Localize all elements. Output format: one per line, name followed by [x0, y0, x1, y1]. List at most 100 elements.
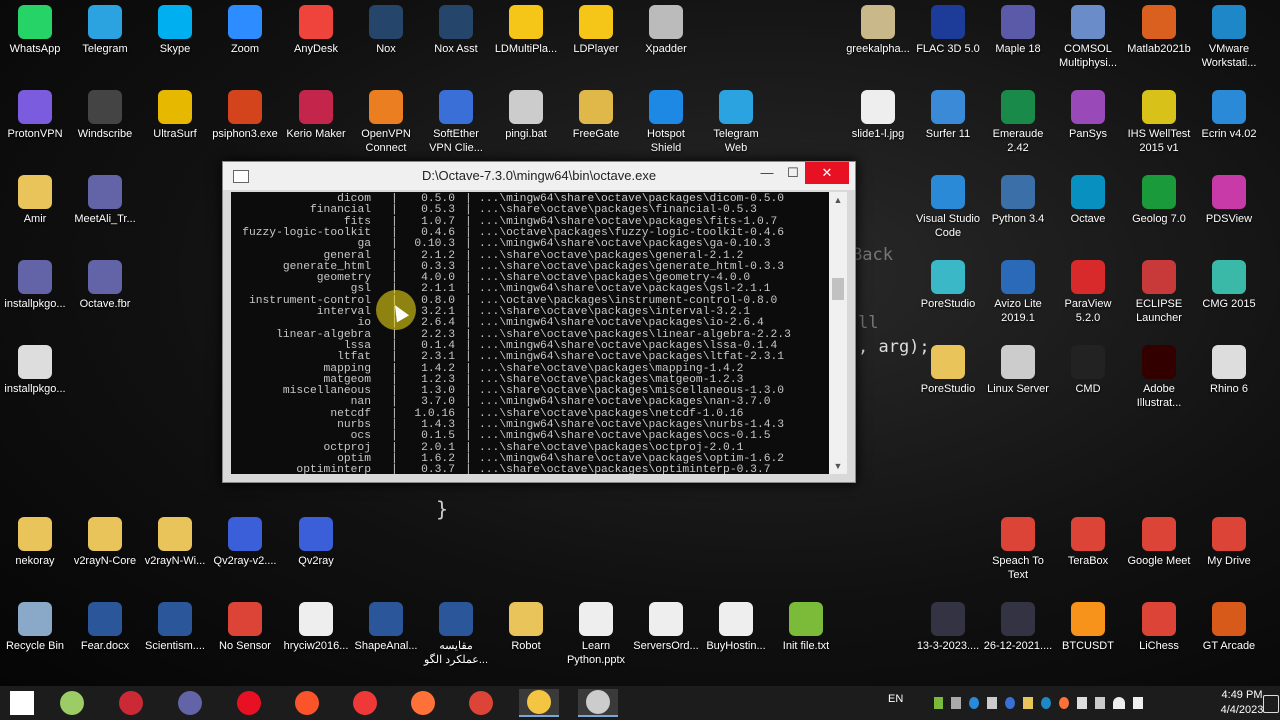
taskbar-button[interactable] [170, 689, 210, 717]
desktop-icon[interactable]: Amir [0, 175, 70, 226]
desktop-icon[interactable]: FreeGate [561, 90, 631, 141]
desktop-icon[interactable]: Visual Studio Code [913, 175, 983, 240]
desktop-icon[interactable]: PoreStudio [913, 260, 983, 311]
desktop-icon[interactable]: AnyDesk [281, 5, 351, 56]
scrollbar-thumb[interactable] [832, 278, 844, 300]
desktop-icon[interactable]: Robot [491, 602, 561, 653]
tray-app-icon[interactable] [951, 697, 961, 709]
taskbar-button[interactable] [229, 689, 269, 717]
desktop-icon[interactable]: 13-3-2023.... [913, 602, 983, 653]
taskbar-button[interactable] [403, 689, 443, 717]
desktop-icon[interactable]: TeraBox [1053, 517, 1123, 568]
desktop-icon[interactable]: Scientism.... [140, 602, 210, 653]
desktop-icon[interactable]: LiChess [1124, 602, 1194, 653]
tray-app-icon[interactable] [987, 697, 997, 709]
tray-app-icon[interactable] [1059, 697, 1069, 709]
desktop-icon[interactable]: hryciw2016... [281, 602, 351, 653]
desktop-icon[interactable]: ECLIPSE Launcher [1124, 260, 1194, 325]
taskbar-button[interactable] [578, 689, 618, 717]
scroll-down-arrow-icon[interactable]: ▼ [829, 461, 847, 471]
tray-app-icon[interactable] [934, 697, 943, 709]
taskbar-button[interactable] [345, 689, 385, 717]
scroll-up-arrow-icon[interactable]: ▲ [829, 195, 847, 205]
taskbar-button[interactable] [111, 689, 151, 717]
desktop-icon[interactable]: nekoray [0, 517, 70, 568]
desktop-icon[interactable]: Speach To Text [983, 517, 1053, 582]
desktop-icon[interactable]: v2rayN-Core [70, 517, 140, 568]
desktop-icon[interactable]: Recycle Bin [0, 602, 70, 653]
language-indicator[interactable]: EN [888, 693, 903, 705]
desktop-icon[interactable]: UltraSurf [140, 90, 210, 141]
desktop-icon[interactable]: v2rayN-Wi... [140, 517, 210, 568]
desktop-icon[interactable]: Avizo Lite 2019.1 [983, 260, 1053, 325]
desktop-icon[interactable]: psiphon3.exe [210, 90, 280, 141]
desktop-icon[interactable]: FLAC 3D 5.0 [913, 5, 983, 56]
desktop-icon[interactable]: Hotspot Shield [631, 90, 701, 155]
taskbar-button[interactable] [519, 689, 559, 717]
desktop-icon[interactable]: Octave.fbr [70, 260, 140, 311]
desktop-icon[interactable]: CMG 2015 [1194, 260, 1264, 311]
desktop-icon[interactable]: PoreStudio [913, 345, 983, 396]
system-tray[interactable] [934, 697, 1202, 711]
desktop-icon[interactable]: ShapeAnal... [351, 602, 421, 653]
desktop-icon[interactable]: Maple 18 [983, 5, 1053, 56]
desktop-icon[interactable]: 26-12-2021.... [983, 602, 1053, 653]
desktop-icon[interactable]: Telegram Web [701, 90, 771, 155]
desktop-icon[interactable]: Windscribe [70, 90, 140, 141]
desktop-icon[interactable]: Geolog 7.0 [1124, 175, 1194, 226]
desktop-icon[interactable]: WhatsApp [0, 5, 70, 56]
console-scrollbar[interactable]: ▲ ▼ [829, 192, 847, 474]
desktop-icon[interactable]: Nox [351, 5, 421, 56]
tray-app-icon[interactable] [1041, 697, 1051, 709]
desktop-icon[interactable]: Qv2ray-v2.... [210, 517, 280, 568]
desktop-icon[interactable]: مقایسه عملکرد الگو... [421, 602, 491, 667]
desktop-icon[interactable]: Xpadder [631, 5, 701, 56]
desktop-icon[interactable]: Zoom [210, 5, 280, 56]
desktop-icon[interactable]: BTCUSDT [1053, 602, 1123, 653]
window-titlebar[interactable]: D:\Octave-7.3.0\mingw64\bin\octave.exe —… [223, 162, 855, 190]
desktop-icon[interactable]: Kerio Maker [281, 90, 351, 141]
desktop-icon[interactable]: installpkgo... [0, 345, 70, 396]
desktop-icon[interactable]: PanSys [1053, 90, 1123, 141]
desktop-icon[interactable]: Skype [140, 5, 210, 56]
desktop-icon[interactable]: pingi.bat [491, 90, 561, 141]
desktop-icon[interactable]: Init file.txt [771, 602, 841, 653]
close-button[interactable]: ✕ [805, 162, 849, 184]
desktop-icon[interactable]: greekalpha... [843, 5, 913, 56]
desktop-icon[interactable]: COMSOL Multiphysi... [1053, 5, 1123, 70]
desktop-icon[interactable]: Rhino 6 [1194, 345, 1264, 396]
desktop-icon[interactable]: Qv2ray [281, 517, 351, 568]
taskbar-button[interactable] [2, 689, 42, 717]
desktop-icon[interactable]: ProtonVPN [0, 90, 70, 141]
tray-app-icon[interactable] [969, 697, 979, 709]
taskbar-button[interactable] [461, 689, 501, 717]
desktop-icon[interactable]: ServersOrd... [631, 602, 701, 653]
taskbar-button[interactable] [52, 689, 92, 717]
desktop-icon[interactable]: My Drive [1194, 517, 1264, 568]
tray-app-icon[interactable] [1005, 697, 1015, 709]
desktop-icon[interactable]: Python 3.4 [983, 175, 1053, 226]
desktop-icon[interactable]: Linux Server [983, 345, 1053, 396]
desktop-icon[interactable]: LDMultiPla... [491, 5, 561, 56]
desktop-icon[interactable]: Octave [1053, 175, 1123, 226]
desktop-icon[interactable]: OpenVPN Connect [351, 90, 421, 155]
console-output[interactable]: dicom 0.5.0 ...\mingw64\share\octave\packa… [231, 192, 829, 474]
desktop-icon[interactable]: No Sensor [210, 602, 280, 653]
desktop-icon[interactable]: Ecrin v4.02 [1194, 90, 1264, 141]
battery-icon[interactable] [1095, 697, 1105, 709]
desktop-icon[interactable]: BuyHostin... [701, 602, 771, 653]
desktop-icon[interactable]: GT Arcade [1194, 602, 1264, 653]
octave-console-window[interactable]: D:\Octave-7.3.0\mingw64\bin\octave.exe —… [222, 161, 856, 483]
desktop-icon[interactable]: Emeraude 2.42 [983, 90, 1053, 155]
desktop-icon[interactable]: Google Meet [1124, 517, 1194, 568]
desktop-icon[interactable]: slide1-l.jpg [843, 90, 913, 141]
desktop-icon[interactable]: VMware Workstati... [1194, 5, 1264, 70]
volume-icon[interactable] [1133, 697, 1143, 709]
desktop-icon[interactable]: SoftEther VPN Clie... [421, 90, 491, 155]
tray-app-icon[interactable] [1023, 697, 1033, 709]
desktop-icon[interactable]: Nox Asst [421, 5, 491, 56]
desktop-icon[interactable]: Learn Python.pptx [561, 602, 631, 667]
tray-app-icon[interactable] [1077, 697, 1087, 709]
wifi-icon[interactable] [1113, 697, 1125, 709]
desktop-icon[interactable]: Surfer 11 [913, 90, 983, 141]
